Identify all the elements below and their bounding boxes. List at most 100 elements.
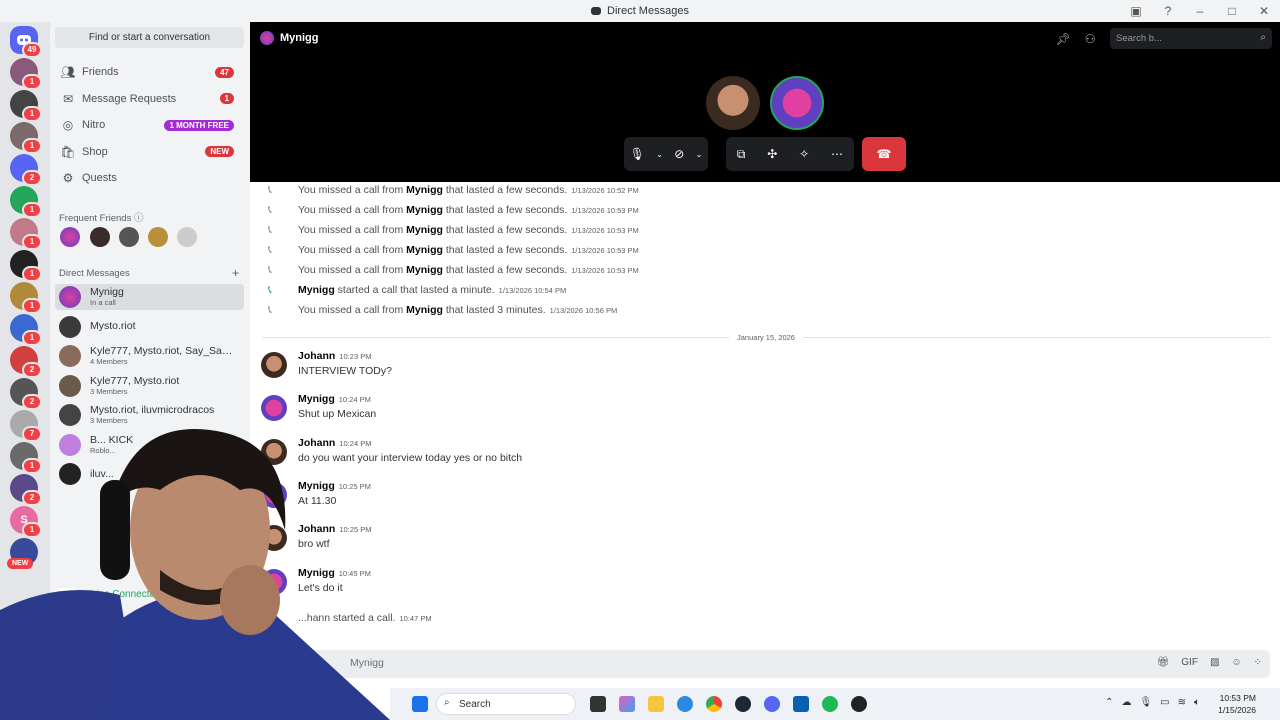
add-friend-icon[interactable]: ⚇ bbox=[1085, 32, 1096, 46]
network-icon[interactable]: ☁ bbox=[1121, 697, 1131, 708]
wifi-icon[interactable]: ≋ bbox=[1178, 697, 1186, 708]
spotify-icon[interactable] bbox=[822, 696, 838, 712]
activities-icon[interactable]: ✣ bbox=[767, 147, 777, 161]
call-log-post: that lasted 3 minutes. bbox=[442, 304, 546, 316]
chrome-icon[interactable] bbox=[706, 696, 722, 712]
server-badge: 1 bbox=[22, 234, 42, 250]
gift-icon[interactable]: 🎁︎ bbox=[1157, 657, 1170, 668]
avatar[interactable] bbox=[261, 352, 287, 378]
disconnect-button[interactable]: ☎︎ bbox=[862, 137, 906, 171]
quests-icon: ⚙︎ bbox=[62, 171, 74, 185]
inbox-icon[interactable]: ▣ bbox=[1120, 4, 1152, 18]
server-icon[interactable]: 1 bbox=[10, 90, 42, 122]
app-icon[interactable] bbox=[851, 696, 867, 712]
nav-label: Nitro bbox=[82, 119, 106, 131]
close-button[interactable]: ✕ bbox=[1248, 4, 1280, 18]
author-name[interactable]: Johann bbox=[298, 350, 335, 362]
server-badge: 1 bbox=[22, 74, 42, 90]
call-log-text: You missed a call from Mynigg that laste… bbox=[298, 224, 639, 236]
message-composer[interactable]: Mynigg 🎁︎ GIF ▧ ☺ ⁘ bbox=[262, 650, 1270, 678]
folder-icon[interactable] bbox=[648, 696, 664, 712]
dm-item[interactable]: Mysto.riot bbox=[55, 314, 244, 340]
call-log-text: You missed a call from Mynigg that laste… bbox=[298, 244, 639, 256]
find-conversation-button[interactable]: Find or start a conversation bbox=[55, 27, 244, 48]
participant-avatar-johann[interactable] bbox=[706, 76, 760, 130]
friend-avatar[interactable] bbox=[177, 227, 197, 247]
camera-off-icon[interactable]: ⊘ bbox=[674, 147, 684, 161]
call-log-user: Mynigg bbox=[406, 204, 443, 216]
message-author[interactable]: Johann 10:23 PM bbox=[298, 350, 371, 362]
pin-icon[interactable]: 📌︎ bbox=[1056, 32, 1071, 46]
friend-avatar[interactable] bbox=[119, 227, 139, 247]
mic-icon[interactable]: 🎙︎ bbox=[1139, 697, 1152, 708]
edge-icon[interactable] bbox=[677, 696, 693, 712]
copilot-icon[interactable] bbox=[619, 696, 635, 712]
window-title: Direct Messages bbox=[607, 5, 689, 17]
steam-icon[interactable] bbox=[735, 696, 751, 712]
author-name[interactable]: Mynigg bbox=[298, 393, 335, 405]
avatar[interactable] bbox=[261, 395, 287, 422]
server-icon[interactable]: 2 bbox=[10, 346, 42, 378]
clock[interactable]: 10:53 PM 1/15/2026 bbox=[1218, 692, 1256, 716]
timestamp: 1/13/2026 10:54 PM bbox=[498, 286, 567, 295]
call-log-user: Mynigg bbox=[406, 224, 443, 236]
avatar bbox=[59, 286, 81, 308]
server-icon[interactable]: 1 bbox=[10, 218, 42, 250]
store-icon[interactable] bbox=[793, 696, 809, 712]
nav-item-nitro[interactable]: ◎ Nitro 1 MONTH FREE bbox=[55, 113, 244, 137]
windows-start-icon[interactable] bbox=[412, 696, 428, 712]
taskbar-search[interactable]: ⌕ Search bbox=[436, 693, 576, 715]
screen-share-icon[interactable]: ⧉ bbox=[737, 147, 746, 162]
discord-taskbar-icon[interactable] bbox=[764, 696, 780, 712]
chevron-up-icon[interactable]: ⌃ bbox=[1105, 697, 1113, 708]
more-icon[interactable]: ⋯ bbox=[831, 147, 843, 161]
call-panel: Mynigg 📌︎ ⚇ ◉ Search b...⌕ 🎙︎⌄ ⊘⌄ ⧉ ✣ ✧ … bbox=[250, 22, 1280, 182]
discord-icon bbox=[591, 7, 602, 15]
dm-subtext: In a call bbox=[90, 298, 116, 307]
call-log-pre: You missed a call from bbox=[298, 244, 407, 256]
server-icon[interactable]: 1 bbox=[10, 186, 42, 218]
chat-message: Johann 10:23 PM INTERVIEW TODy? bbox=[250, 350, 1280, 390]
soundboard-icon[interactable]: ✧ bbox=[799, 147, 809, 161]
server-icon[interactable]: 2 bbox=[10, 378, 42, 410]
minimize-button[interactable]: – bbox=[1184, 4, 1216, 18]
nav-item-quests[interactable]: ⚙︎ Quests bbox=[55, 166, 244, 190]
maximize-button[interactable]: □ bbox=[1216, 4, 1248, 18]
nav-item-shop[interactable]: 🛍︎ Shop NEW bbox=[55, 140, 244, 164]
server-icon[interactable]: 1 bbox=[10, 314, 42, 346]
chevron-down-icon[interactable]: ⌄ bbox=[696, 150, 703, 159]
dm-item[interactable]: Mynigg In a call bbox=[55, 284, 244, 310]
server-icon[interactable]: 2 bbox=[10, 154, 42, 186]
dm-item[interactable]: Kyle777, Mysto.riot 3 Members bbox=[55, 373, 244, 399]
emoji-icon[interactable]: ☺ bbox=[1231, 657, 1241, 668]
home-button[interactable]: 49 bbox=[10, 26, 42, 58]
sticker-icon[interactable]: ▧ bbox=[1210, 657, 1219, 668]
dm-item[interactable]: Kyle777, Mysto.riot, Say_Say1... 4 Member… bbox=[55, 343, 244, 369]
chevron-down-icon[interactable]: ⌄ bbox=[656, 150, 663, 159]
apps-icon[interactable]: ⁘ bbox=[1254, 657, 1262, 668]
file-icon[interactable] bbox=[590, 696, 606, 712]
friend-avatar[interactable] bbox=[60, 227, 80, 247]
add-dm-icon[interactable]: + bbox=[232, 266, 239, 280]
server-icon[interactable]: 1 bbox=[10, 282, 42, 314]
friend-avatar[interactable] bbox=[90, 227, 110, 247]
friend-avatar[interactable] bbox=[148, 227, 168, 247]
server-icon[interactable]: 1 bbox=[10, 250, 42, 282]
call-log-user: Mynigg bbox=[406, 264, 443, 276]
nav-item-friends[interactable]: 👥︎ Friends 47 bbox=[55, 60, 244, 84]
battery-icon[interactable]: ▭ bbox=[1160, 697, 1169, 708]
call-icon: 📞︎ bbox=[268, 283, 272, 296]
server-icon[interactable]: 1 bbox=[10, 58, 42, 90]
help-icon[interactable]: ? bbox=[1152, 4, 1184, 18]
mic-icon[interactable]: 🎙︎ bbox=[630, 147, 645, 161]
gif-icon[interactable]: GIF bbox=[1181, 657, 1198, 668]
volume-icon[interactable]: 🔈︎ bbox=[1194, 697, 1200, 708]
nav-item-message-requests[interactable]: ✉︎ Message Requests 1 bbox=[55, 87, 244, 111]
server-icon[interactable]: 1 bbox=[10, 122, 42, 154]
missed-call-icon: 📞︎ bbox=[268, 203, 272, 216]
call-log-text: You missed a call from Mynigg that laste… bbox=[298, 304, 617, 316]
message-author[interactable]: Mynigg 10:24 PM bbox=[298, 393, 371, 405]
search-input[interactable]: Search b... ⌕ bbox=[1110, 28, 1272, 49]
dm-name: Mysto.riot bbox=[90, 321, 136, 332]
participant-avatar-mynigg[interactable] bbox=[770, 76, 824, 130]
